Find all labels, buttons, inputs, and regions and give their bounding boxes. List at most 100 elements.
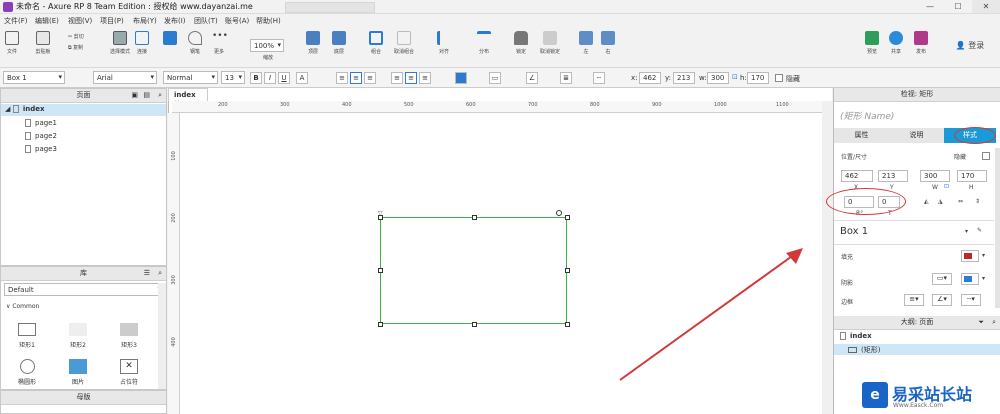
selected-rectangle[interactable] xyxy=(380,217,567,324)
shadow-button[interactable]: ▭ xyxy=(489,72,501,84)
underline-button[interactable]: U xyxy=(278,72,290,84)
bold-button[interactable]: B xyxy=(250,72,262,84)
font-color-button[interactable]: A xyxy=(296,72,308,84)
fill-color-button[interactable] xyxy=(455,72,467,84)
tab-properties[interactable]: 属性 xyxy=(834,128,889,143)
file-button[interactable]: 文件 xyxy=(4,31,20,55)
menu-team[interactable]: 团队(T) xyxy=(194,16,218,26)
fit-height-icon[interactable]: ⇕ xyxy=(975,198,980,205)
copy-button[interactable]: ⧉ 复制 xyxy=(68,44,92,51)
inspector-h-input[interactable]: 170 xyxy=(957,170,987,182)
resize-handle[interactable] xyxy=(378,322,383,327)
chevron-down-icon[interactable]: ▾ xyxy=(982,275,985,282)
widget-rect3[interactable]: 矩形3 xyxy=(112,323,146,349)
align-right-icon[interactable]: ≡ xyxy=(364,72,376,84)
lock-ratio-icon[interactable]: ⊡ xyxy=(944,183,949,190)
inspector-w-input[interactable]: 300 xyxy=(920,170,950,182)
menu-file[interactable]: 文件(F) xyxy=(4,16,28,26)
search-icon[interactable]: ⌕ xyxy=(992,316,996,329)
menu-publish[interactable]: 发布(I) xyxy=(164,16,186,26)
pen-button[interactable]: 钢笔 xyxy=(188,31,202,55)
search-icon[interactable]: ⌕ xyxy=(158,267,162,280)
inspector-x-input[interactable]: 462 xyxy=(841,170,873,182)
resize-handle[interactable] xyxy=(565,268,570,273)
minimize-button[interactable]: — xyxy=(916,0,944,13)
cut-button[interactable]: ✂ 剪切 xyxy=(68,33,92,40)
menu-view[interactable]: 视图(V) xyxy=(68,16,92,26)
align-button[interactable]: 对齐 xyxy=(434,31,454,55)
select-mode-button[interactable]: 选择模式 xyxy=(108,31,132,55)
resize-handle[interactable] xyxy=(378,268,383,273)
clipboard-button[interactable]: 剪贴板 xyxy=(34,31,52,55)
widget-image[interactable]: 图片 xyxy=(61,359,95,386)
inspector-scrollbar[interactable] xyxy=(995,148,1000,308)
inspector-y-input[interactable]: 213 xyxy=(878,170,908,182)
line-style-button[interactable]: ┄ xyxy=(593,72,605,84)
y-input[interactable]: 213 xyxy=(673,72,695,84)
fill-color-picker[interactable] xyxy=(961,250,979,262)
library-scrollbar[interactable] xyxy=(158,283,166,389)
rotate-handle[interactable] xyxy=(556,210,562,216)
fit-width-icon[interactable]: ⇔ xyxy=(958,198,963,205)
ungroup-button[interactable]: 取消组合 xyxy=(390,31,418,55)
menu-layout[interactable]: 布局(Y) xyxy=(133,16,157,26)
menu-project[interactable]: 项目(P) xyxy=(100,16,124,26)
shadow-color-picker[interactable] xyxy=(961,273,979,285)
close-button[interactable]: ✕ xyxy=(972,0,1000,13)
page-item-page1[interactable]: page1 xyxy=(25,119,57,127)
resize-handle[interactable] xyxy=(472,215,477,220)
page-item-page2[interactable]: page2 xyxy=(25,132,57,140)
resize-handle[interactable] xyxy=(565,322,570,327)
hidden-checkbox[interactable] xyxy=(775,74,783,82)
widget-rect1[interactable]: 矩形1 xyxy=(10,323,44,349)
widget-rect2[interactable]: 矩形2 xyxy=(61,323,95,349)
add-page-icon[interactable]: ▣ xyxy=(131,89,138,102)
style-name[interactable]: Box 1 xyxy=(840,226,868,237)
library-select[interactable]: Default xyxy=(4,283,164,296)
outline-child[interactable]: (矩形) xyxy=(848,345,880,355)
preview-button[interactable]: 预览 xyxy=(864,31,880,55)
distribute-button[interactable]: 分布 xyxy=(474,31,494,55)
widget-placeholder[interactable]: ✕ 占位符 xyxy=(112,359,146,386)
chevron-down-icon[interactable]: ▾ xyxy=(965,228,968,235)
w-input[interactable]: 300 xyxy=(707,72,729,84)
resize-handle[interactable] xyxy=(565,215,570,220)
valign-bottom-icon[interactable]: ≡ xyxy=(419,72,431,84)
filter-icon[interactable]: ⏷ xyxy=(978,316,984,329)
weight-select[interactable]: Normal xyxy=(163,71,218,84)
outline-root[interactable]: index xyxy=(840,332,872,340)
group-button[interactable]: 组合 xyxy=(367,31,385,55)
left-panel-button[interactable]: 左 xyxy=(578,31,594,55)
shadow-type-picker[interactable]: ▭▾ xyxy=(932,273,952,285)
line-width-button[interactable]: ≣ xyxy=(560,72,572,84)
layer-button[interactable] xyxy=(158,31,182,48)
connect-button[interactable]: 连接 xyxy=(135,31,149,55)
add-folder-icon[interactable]: ▤ xyxy=(143,89,150,102)
maximize-button[interactable]: ☐ xyxy=(944,0,972,13)
page-root[interactable]: ◢ index xyxy=(5,105,44,113)
align-center-icon[interactable]: ≡ xyxy=(350,72,362,84)
publish-button[interactable]: 发布 xyxy=(912,31,930,55)
style-select[interactable]: Box 1 xyxy=(3,71,65,84)
right-panel-button[interactable]: 右 xyxy=(600,31,616,55)
bring-top-button[interactable]: 顶层 xyxy=(304,31,322,55)
border-style-picker[interactable]: ┄▾ xyxy=(961,294,981,306)
unlock-button[interactable]: 取消锁定 xyxy=(536,31,564,55)
search-icon[interactable]: ⌕ xyxy=(158,89,162,102)
font-select[interactable]: Arial xyxy=(93,71,157,84)
menu-icon[interactable]: ☰ xyxy=(144,267,150,280)
border-width-picker[interactable]: ≡▾ xyxy=(904,294,924,306)
valign-top-icon[interactable]: ≡ xyxy=(391,72,403,84)
widget-ellipse[interactable]: 椭圆形 xyxy=(10,359,44,386)
menu-help[interactable]: 帮助(H) xyxy=(256,16,281,26)
menu-account[interactable]: 账号(A) xyxy=(225,16,249,26)
lock-button[interactable]: 锁定 xyxy=(513,31,529,55)
border-color-picker[interactable]: ∠▾ xyxy=(932,294,952,306)
canvas-scrollbar[interactable] xyxy=(822,101,832,414)
inspector-hidden-checkbox[interactable] xyxy=(982,152,990,160)
lock-ratio-icon[interactable]: ⊡ xyxy=(732,73,738,81)
tab-notes[interactable]: 说明 xyxy=(889,128,944,143)
h-input[interactable]: 170 xyxy=(747,72,769,84)
flip-vertical-icon[interactable]: ◭ xyxy=(924,198,929,205)
line-color-button[interactable]: ∠ xyxy=(526,72,538,84)
